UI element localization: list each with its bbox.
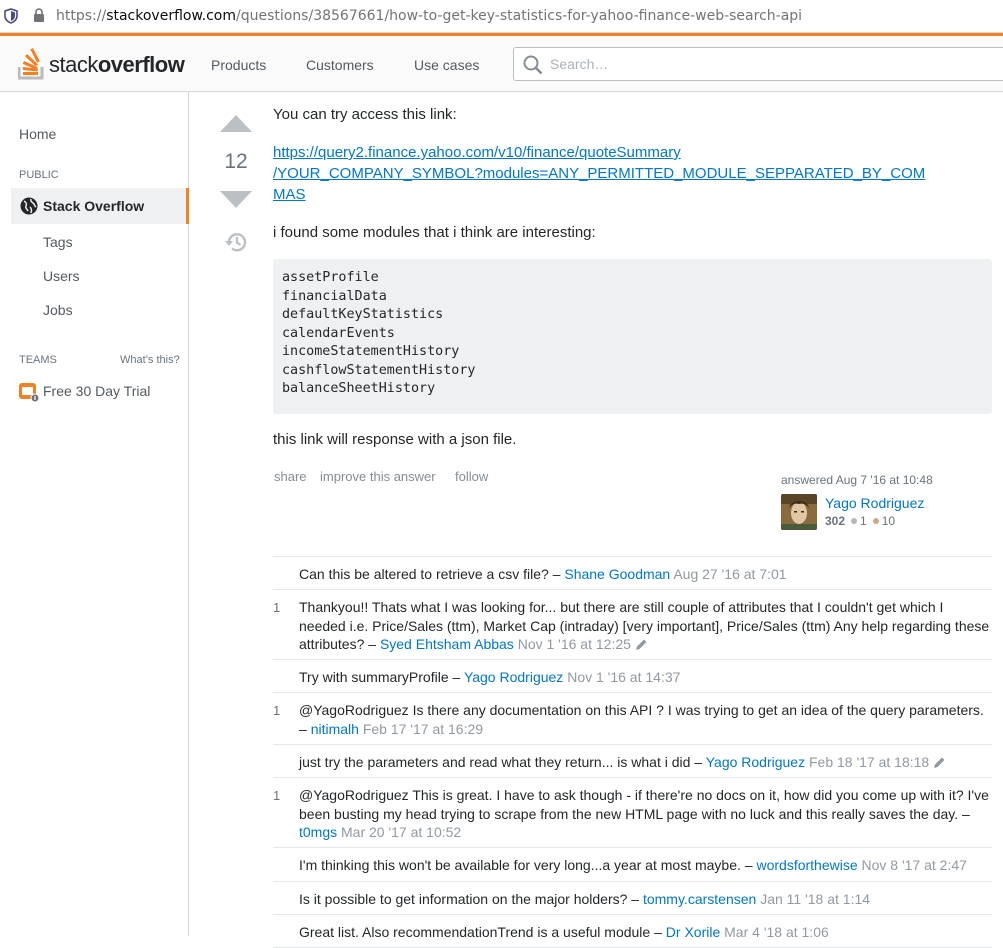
pencil-icon[interactable] <box>933 756 946 769</box>
share-link[interactable]: share <box>274 469 307 484</box>
comment: Try with summaryProfile – Yago Rodriguez… <box>273 660 992 694</box>
bronze-badge-count: 10 <box>881 514 896 528</box>
comment-text: just try the parameters and read what th… <box>299 754 706 771</box>
comment-score: 1 <box>273 600 281 616</box>
link-line-1: https://query2.finance.yahoo.com/v10/fin… <box>273 144 681 161</box>
lock-icon[interactable] <box>33 8 45 23</box>
silver-badge-count: 1 <box>860 514 867 528</box>
sidebar-item-jobs[interactable]: Jobs <box>43 302 73 318</box>
search-icon <box>523 55 543 75</box>
stackoverflow-logo-icon <box>18 47 44 80</box>
comment-date: Jan 11 '18 at 1:14 <box>760 890 871 907</box>
sidebar-item-free-trial[interactable]: Free 30 Day Trial <box>43 383 150 399</box>
silver-badge-icon <box>851 518 858 524</box>
comment-text: Is it possible to get information on the… <box>299 890 643 907</box>
logo-wordmark: stackoverflow <box>49 52 185 77</box>
upvote-arrow-icon[interactable] <box>218 113 254 133</box>
comment-date: Mar 20 '17 at 10:52 <box>341 823 462 840</box>
comment-text: Can this be altered to retrieve a csv fi… <box>299 566 565 582</box>
comment: I'm thinking this won't be available for… <box>273 848 992 882</box>
vote-count: 12 <box>224 150 248 173</box>
comment-user-link[interactable]: tommy.carstensen <box>643 891 756 907</box>
comment-user-link[interactable]: Syed Ehtsham Abbas <box>380 636 514 652</box>
site-header: stackoverflow Products Customers Use cas… <box>0 33 1003 92</box>
follow-link[interactable]: follow <box>455 469 488 484</box>
avatar[interactable] <box>781 494 817 530</box>
author-name-link[interactable]: Yago Rodriguez <box>825 495 924 511</box>
user-avatar-image <box>781 494 817 530</box>
code-line: assetProfile <box>282 270 379 285</box>
comments-list: Can this be altered to retrieve a csv fi… <box>273 556 992 948</box>
comment-user-link[interactable]: Yago Rodriguez <box>706 754 805 770</box>
downvote-arrow-icon[interactable] <box>218 190 254 210</box>
comment-text: @YagoRodriguez This is great. I have to … <box>299 787 989 822</box>
bronze-badge-icon <box>872 518 879 524</box>
answered-timestamp: answered Aug 7 '16 at 10:48 <box>781 473 933 487</box>
comment-user-link[interactable]: Dr Xorile <box>666 924 720 940</box>
nav-products[interactable]: Products <box>211 57 266 73</box>
yahoo-api-link[interactable]: https://query2.finance.yahoo.com/v10/fin… <box>273 142 925 205</box>
sidebar-item-users[interactable]: Users <box>43 268 80 284</box>
comment-user-link[interactable]: t0mgs <box>299 824 337 840</box>
left-sidebar: Home PUBLIC Stack Overflow Tags Users Jo… <box>0 92 189 936</box>
code-line: calendarEvents <box>282 325 395 341</box>
sidebar-item-stack-overflow[interactable]: Stack Overflow <box>11 188 189 224</box>
sidebar-item-label: Stack Overflow <box>43 198 145 214</box>
comment-score: 1 <box>273 788 281 804</box>
code-line: defaultKeyStatistics <box>282 307 444 322</box>
url-text[interactable]: https://stackoverflow.com/questions/3856… <box>56 8 802 24</box>
comment-date: Feb 18 '17 at 18:18 <box>809 754 930 771</box>
comment-date: Nov 1 '16 at 12:25 <box>517 635 631 652</box>
comment: 1 @YagoRodriguez Is there any documentat… <box>273 693 992 746</box>
comment-user-link[interactable]: Yago Rodriguez <box>464 669 563 685</box>
nav-customers[interactable]: Customers <box>306 57 374 73</box>
code-block: assetProfile financialData defaultKeySta… <box>273 259 992 414</box>
comment-text: Great list. Also recommendationTrend is … <box>299 923 666 940</box>
answer-outro: this link will response with a json file… <box>273 431 517 448</box>
comment-user-link[interactable]: nitimalh <box>311 721 359 737</box>
whats-this-link[interactable]: What’s this? <box>120 354 180 366</box>
link-line-2: /YOUR_COMPANY_SYMBOL?modules=ANY_PERMITT… <box>273 165 926 182</box>
search-placeholder: Search… <box>550 56 609 72</box>
comment: Can this be altered to retrieve a csv fi… <box>273 557 992 591</box>
reputation-score: 302 <box>825 514 846 528</box>
comment: 1 @YagoRodriguez This is great. I have t… <box>273 778 992 849</box>
comment: just try the parameters and read what th… <box>273 745 992 779</box>
comment-text: Try with summaryProfile – <box>299 669 464 686</box>
comment-date: Feb 17 '17 at 16:29 <box>362 720 484 737</box>
comment-date: Aug 27 '16 at 7:01 <box>673 566 787 582</box>
modules-intro: i found some modules that i think are in… <box>273 224 596 241</box>
browser-url-bar: https://stackoverflow.com/questions/3856… <box>0 0 1003 33</box>
nav-use-cases[interactable]: Use cases <box>414 57 479 73</box>
comment: 1 Thankyou!! Thats what I was looking fo… <box>273 590 992 661</box>
search-input[interactable]: Search… <box>513 47 1003 81</box>
comment-user-link[interactable]: wordsforthewise <box>756 857 857 873</box>
comment-date: Nov 8 '17 at 2:47 <box>861 857 967 874</box>
code-line: balanceSheetHistory <box>282 381 436 396</box>
comment-text: I'm thinking this won't be available for… <box>299 857 757 874</box>
comment-user-link[interactable]: Shane Goodman <box>564 566 670 582</box>
code-line: cashflowStatementHistory <box>282 362 476 378</box>
globe-icon <box>20 197 38 215</box>
sidebar-item-tags[interactable]: Tags <box>43 234 73 250</box>
sidebar-section-teams: TEAMS <box>19 354 57 366</box>
pencil-icon[interactable] <box>635 638 648 651</box>
history-icon[interactable] <box>224 231 248 253</box>
sidebar-item-home[interactable]: Home <box>19 126 56 142</box>
briefcase-icon <box>19 383 39 402</box>
shield-icon[interactable] <box>4 8 18 24</box>
author-reputation: 302 1 10 <box>825 514 895 528</box>
comment-score: 1 <box>273 703 281 719</box>
answer-intro: You can try access this link: <box>273 106 457 123</box>
comment-date: Nov 1 '16 at 14:37 <box>567 669 681 686</box>
code-line: financialData <box>282 288 387 304</box>
comment: Great list. Also recommendationTrend is … <box>273 915 992 948</box>
sidebar-section-public: PUBLIC <box>19 169 59 181</box>
comment: Is it possible to get information on the… <box>273 882 992 915</box>
comment-date: Mar 4 '18 at 1:06 <box>724 923 829 940</box>
link-line-3: MAS <box>273 186 306 203</box>
improve-answer-link[interactable]: improve this answer <box>320 469 436 484</box>
code-line: incomeStatementHistory <box>282 344 460 359</box>
